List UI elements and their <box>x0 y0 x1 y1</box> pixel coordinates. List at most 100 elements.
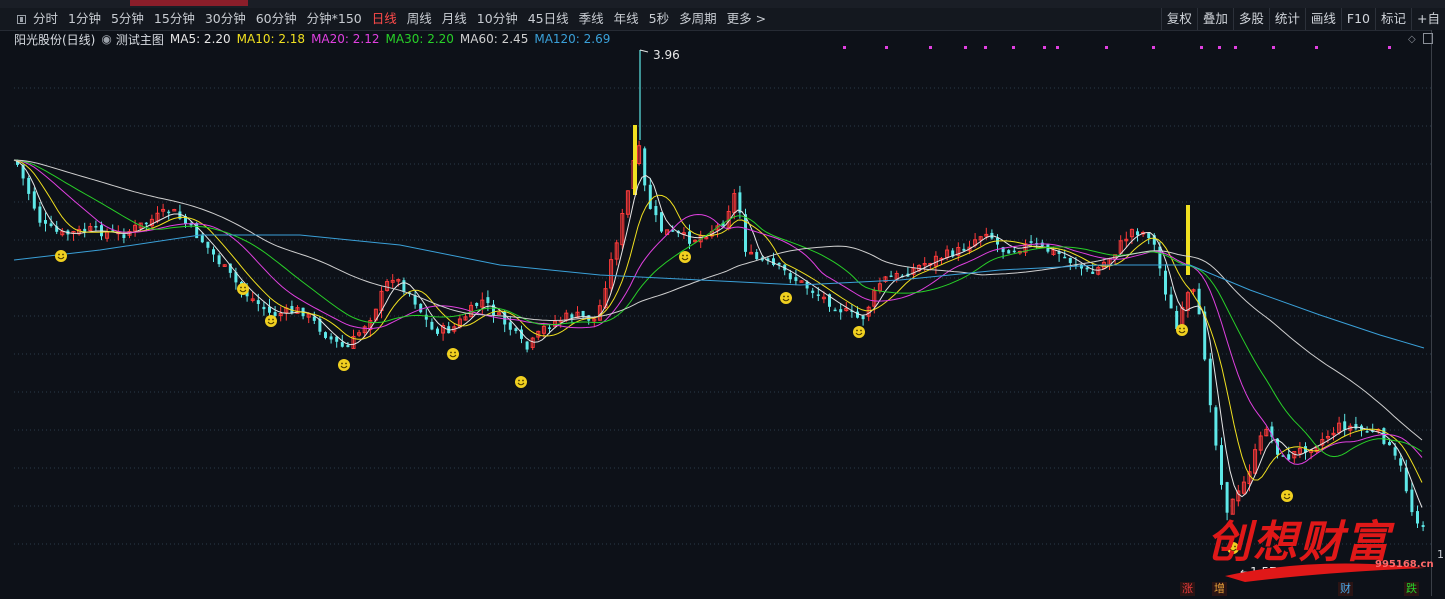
candle-body <box>688 231 691 244</box>
period-tab-9[interactable]: 月线 <box>437 8 472 30</box>
period-tab-6[interactable]: 分钟*150 <box>302 8 367 30</box>
period-tab-14[interactable]: 5秒 <box>644 8 674 30</box>
candle-body <box>1382 428 1386 444</box>
candle-body <box>340 342 344 347</box>
period-tab-1[interactable]: 1分钟 <box>63 8 106 30</box>
ma20-line <box>13 159 1423 465</box>
candle-body <box>1220 445 1223 485</box>
period-tab-10[interactable]: 10分钟 <box>472 8 523 30</box>
period-tab-5[interactable]: 60分钟 <box>251 8 302 30</box>
diamond-icon[interactable]: ◇ <box>1408 34 1416 45</box>
candle-body <box>1091 271 1095 274</box>
smiley-icon <box>1176 324 1188 336</box>
smiley-icon <box>1281 490 1293 502</box>
candle-body <box>811 290 815 293</box>
signal-marker <box>1152 46 1155 49</box>
candle-body <box>962 248 966 251</box>
smiley-eye <box>58 253 60 256</box>
signal-marker <box>984 46 987 49</box>
signal-marker <box>1200 46 1203 49</box>
candle-body <box>508 322 512 330</box>
watermark-logo: 创想财富 995168.cn <box>1205 506 1434 586</box>
period-tab-7[interactable]: 日线 <box>367 8 402 30</box>
toolbar-button-1[interactable]: 叠加 <box>1196 8 1233 30</box>
candle-body <box>660 212 663 232</box>
candle-body <box>1393 447 1397 456</box>
candle-body <box>1208 358 1212 406</box>
signal-marker <box>1315 46 1318 49</box>
toolbar-button-0[interactable]: 复权 <box>1160 8 1197 30</box>
smiley-eye <box>341 362 343 365</box>
period-tab-0[interactable]: 分时 <box>28 8 63 30</box>
candle-body <box>816 294 820 296</box>
signal-marker <box>1105 46 1108 49</box>
toolbar-button-6[interactable]: 标记 <box>1375 8 1411 30</box>
smiley-eye <box>1288 493 1290 496</box>
candle-body <box>514 328 518 332</box>
active-tab-indicator <box>130 0 248 6</box>
period-tab-4[interactable]: 30分钟 <box>200 8 251 30</box>
smiley-icon <box>853 326 865 338</box>
signal-marker <box>1388 46 1391 49</box>
window-box-icon[interactable] <box>1423 33 1433 44</box>
candle-body <box>430 321 434 330</box>
smiley-eye <box>682 254 684 257</box>
candle-body <box>419 303 423 313</box>
period-tab-11[interactable]: 45日线 <box>523 8 574 30</box>
layout-icon[interactable] <box>14 8 28 30</box>
smiley-eye <box>268 318 270 321</box>
toolbar-button-5[interactable]: F10 <box>1340 8 1375 30</box>
toolbar-button-4[interactable]: 画线 <box>1304 8 1341 30</box>
candle-body <box>273 312 277 316</box>
candle-body <box>643 148 647 186</box>
smiley-eye <box>522 379 524 382</box>
smiley-eye <box>450 351 452 354</box>
candle-body <box>200 235 204 243</box>
signal-marker <box>843 46 846 49</box>
candle-body <box>889 275 893 278</box>
smiley-eye <box>787 295 789 298</box>
candle-body <box>402 280 406 293</box>
candle-body <box>167 211 171 214</box>
signal-marker <box>1218 46 1221 49</box>
period-tab-15[interactable]: 多周期 <box>674 8 722 30</box>
candle-body <box>346 345 350 348</box>
candle-body <box>262 306 266 310</box>
candle-body <box>1365 431 1369 433</box>
candle-body <box>1214 407 1218 446</box>
period-tab-13[interactable]: 年线 <box>609 8 644 30</box>
signal-marker <box>885 46 888 49</box>
toolbar-button-3[interactable]: 统计 <box>1268 8 1305 30</box>
price-axis[interactable] <box>1431 30 1445 596</box>
candle-body <box>744 214 747 252</box>
period-tab-12[interactable]: 季线 <box>574 8 609 30</box>
toolbar-right-buttons: 复权 叠加 多股 统计 画线 F10 标记 +自 <box>1160 8 1445 30</box>
candle-body <box>794 277 798 281</box>
candle-body <box>122 234 126 239</box>
axis-value: 1 <box>1437 548 1444 561</box>
period-tab-16[interactable]: 更多 > <box>722 8 771 30</box>
candle-body <box>648 184 652 209</box>
window-top-strip <box>0 0 1445 8</box>
smiley-icon <box>515 376 527 388</box>
candle-body <box>570 314 574 318</box>
period-tab-3[interactable]: 15分钟 <box>149 8 200 30</box>
toolbar-button-7[interactable]: +自 <box>1411 8 1445 30</box>
period-tab-8[interactable]: 周线 <box>402 8 437 30</box>
candle-body <box>1287 454 1291 460</box>
candle-body <box>38 206 42 223</box>
smiley-icon <box>338 359 350 371</box>
smiley-eye <box>240 286 242 289</box>
candle-body <box>772 258 775 265</box>
period-tab-2[interactable]: 5分钟 <box>106 8 149 30</box>
candle-body <box>44 220 47 224</box>
badge-0: 涨 <box>1180 582 1195 596</box>
candle-body <box>475 302 479 306</box>
candle-body <box>581 310 585 317</box>
candle-body <box>212 249 215 255</box>
toolbar-button-2[interactable]: 多股 <box>1232 8 1269 30</box>
signal-marker <box>964 46 967 49</box>
smiley-icon <box>679 251 691 263</box>
candle-body <box>788 273 792 280</box>
candle-body <box>32 191 36 209</box>
